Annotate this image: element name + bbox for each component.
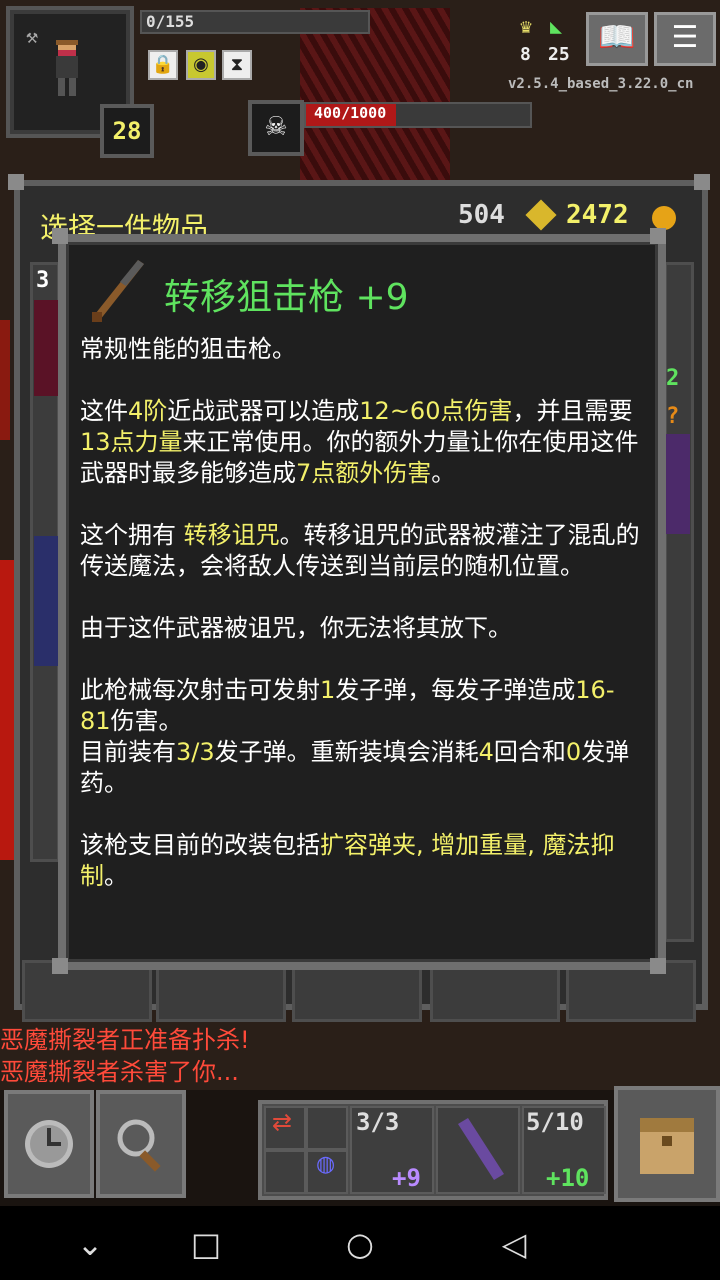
desc-text: 伤害。 [110,707,183,735]
backpack-button[interactable] [614,1086,720,1202]
game-log-message: 恶魔撕裂者正准备扑杀! [0,1026,250,1054]
weapon-mini-icon: ⚒ [26,24,39,48]
desc-highlight: 1 [320,676,336,704]
desc-para: 由于这件武器被诅咒，你无法将其放下。 [80,614,512,642]
hero-sprite-icon [56,40,78,96]
desc-text: ，并且需要 [512,397,633,425]
desc-text: 这个拥有 [80,521,184,549]
hide-nav-button[interactable]: ⌄ [66,1222,114,1266]
desc-highlight: 7点额外伤害 [296,459,432,487]
recents-button[interactable]: □ [182,1222,230,1266]
bag-column-right [664,262,694,942]
desc-highlight: 4 [478,738,494,766]
quickslot-ring[interactable]: ◍ [306,1150,348,1194]
desc-para: 该枪支目前的改装包括扩容弹夹, 增加重量, 魔法抑制。 [80,830,640,892]
desc-highlight: 12~60点伤害 [359,397,513,425]
wait-button[interactable] [4,1090,94,1198]
gold-icon [652,206,676,230]
ammo-count: 3/3 [356,1108,400,1136]
window-corner [694,174,710,190]
quickslot-wand[interactable] [436,1106,520,1194]
swap-slot[interactable]: ⇄ [264,1106,306,1150]
clock-icon [25,1120,73,1168]
ammo-count: 5/10 [526,1108,584,1136]
search-button[interactable] [96,1090,186,1198]
item-name: 转移狙击枪 +9 [164,277,409,318]
window-corner [650,958,666,974]
wand-icon [458,1118,504,1180]
bag-tab-red[interactable] [34,300,58,396]
boss-hp-text: 400/1000 [314,104,387,122]
stat-right: 25 [548,44,570,65]
desc-highlight: 3/3 [176,738,215,766]
desc-highlight: 13点力量 [80,428,183,456]
bag-tab-blue[interactable] [34,536,58,666]
window-corner [52,228,68,244]
lock-icon[interactable]: 🔒 [148,50,178,80]
search-icon [117,1119,161,1172]
skull-icon: ☠ [248,100,304,156]
side-number: 3 [36,268,50,293]
chevron-down-icon: ⌄ [76,1225,104,1263]
hamburger-icon: ☰ [671,20,699,55]
backpack-icon [640,1118,694,1174]
quickslot-ammo[interactable]: 5/10 +10 [522,1106,606,1194]
desc-para: 目前装有3/3发子弹。重新装填会消耗4回合和0发弹药。 [80,737,640,799]
version-label: v2.5.4_based_3.22.0_cn [508,76,694,92]
side-number: ? [666,404,680,429]
desc-highlight: 4阶 [128,397,168,425]
sniper-rifle-icon [92,260,144,322]
menu-button[interactable]: ☰ [654,12,716,66]
home-button[interactable]: ○ [336,1222,384,1266]
side-number: 2 [666,366,680,391]
desc-text: 发子弹，每发子弹造成 [335,676,576,704]
item-description: 常规性能的狙击枪。 这件4阶近战武器可以造成12~60点伤害，并且需要 13点力量… [80,334,640,892]
back-button[interactable]: ◁ [490,1222,538,1266]
gold-count: 2472 [566,200,629,230]
ring-icon: ◍ [316,1152,336,1177]
desc-highlight: 转移诅咒 [183,521,280,549]
book-icon: 📖 [598,20,636,55]
desc-text: 近战武器可以造成 [167,397,360,425]
eye-icon[interactable]: ◉ [186,50,216,80]
desc-text: 发子弹。重新装填会消耗 [214,738,479,766]
energy-count: 504 [458,200,505,230]
desc-text: 。 [104,862,128,890]
desc-para: 此枪械每次射击可发射1发子弹，每发子弹造成16-81伤害。 [80,675,640,737]
desc-text: 回合和 [493,738,566,766]
desc-text: 。 [431,459,456,487]
quickslot-weapon[interactable]: 3/3 +9 [350,1106,434,1194]
stat-left: 8 [520,44,531,65]
lava-tile [0,560,14,860]
square-icon: □ [190,1225,222,1263]
desc-text: 目前装有 [80,738,176,766]
trophy-icon: ♛ [520,14,533,38]
hourglass-icon[interactable]: ⧗ [222,50,252,80]
desc-para: 这个拥有 转移诅咒。转移诅咒的武器被灌注了混乱的传送魔法，会将敌人传送到当前层的… [80,520,640,582]
swap-icon: ⇄ [272,1108,293,1136]
window-corner [52,958,68,974]
game-log-message: 恶魔撕裂者杀害了你... [0,1058,239,1086]
desc-text: 该枪支目前的改装包括 [80,831,320,859]
desc-highlight: 0 [565,738,582,766]
upgrade-level: +9 [392,1164,421,1192]
window-corner [650,228,666,244]
desc-text: 这件 [80,397,128,425]
quickslot-empty[interactable] [306,1106,348,1150]
depth-icon: ◣ [550,14,563,38]
lava-tile [0,320,10,440]
desc-text: 此枪械每次射击可发射 [80,676,320,704]
quickslot-empty[interactable] [264,1150,306,1194]
window-corner [8,174,24,190]
journal-button[interactable]: 📖 [586,12,648,66]
triangle-back-icon: ◁ [501,1225,527,1263]
desc-para: 这件4阶近战武器可以造成12~60点伤害，并且需要13点力量来正常使用。你的额外… [80,396,640,489]
desc-para: 常规性能的狙击枪。 [80,335,296,363]
circle-icon: ○ [346,1225,374,1263]
upgrade-level: +10 [546,1164,590,1192]
bag-tab-purple[interactable] [666,434,690,534]
level-badge: 28 [100,104,154,158]
exp-text: 0/155 [146,12,195,31]
